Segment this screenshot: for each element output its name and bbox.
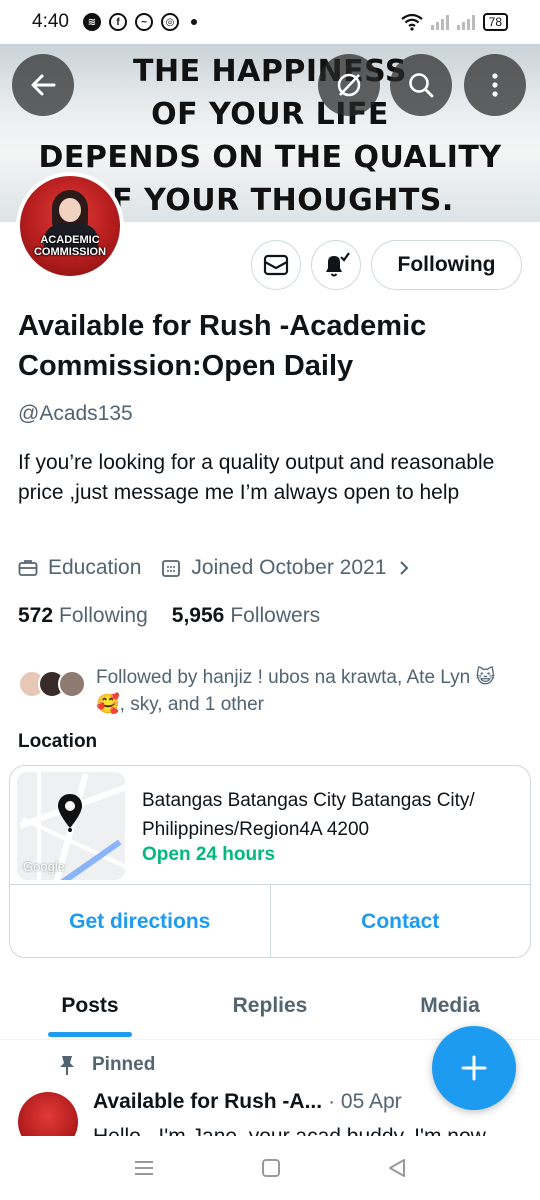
briefcase-icon xyxy=(18,560,38,576)
profile-avatar[interactable]: ACADEMIC COMMISSION xyxy=(16,172,124,280)
signal-icon-1 xyxy=(430,14,449,30)
calendar-icon xyxy=(162,560,181,577)
map-thumbnail[interactable]: Google xyxy=(17,772,125,880)
recents-icon[interactable] xyxy=(133,1159,155,1177)
envelope-icon xyxy=(263,254,289,276)
notification-icons: ≋ f ~ ◎ xyxy=(82,13,197,31)
more-vertical-icon xyxy=(492,73,498,97)
profile-category[interactable]: Education xyxy=(48,556,141,580)
status-bar: 4:40 ≋ f ~ ◎ 78 xyxy=(0,0,540,44)
location-title: Location xyxy=(18,731,98,752)
profile-meta: Education Joined October 2021 xyxy=(18,556,410,580)
follower-avatars xyxy=(18,670,86,718)
profile-bio: If you’re looking for a quality output a… xyxy=(18,451,495,504)
back-button[interactable] xyxy=(12,54,74,116)
followers-count-link[interactable]: 5,956 Followers xyxy=(172,604,320,628)
search-button[interactable] xyxy=(390,54,452,116)
instagram-icon: ◎ xyxy=(160,13,179,31)
following-count-link[interactable]: 572 Following xyxy=(18,604,148,628)
follow-stats: 572 Following 5,956 Followers xyxy=(18,604,320,628)
pin-icon xyxy=(60,1056,74,1075)
get-directions-button[interactable]: Get directions xyxy=(10,885,270,957)
more-notifications-dot xyxy=(190,19,197,25)
location-actions: Get directions Contact xyxy=(10,884,531,957)
post-date: · 05 Apr xyxy=(328,1090,402,1113)
home-icon[interactable] xyxy=(261,1158,281,1178)
bell-check-icon xyxy=(326,252,350,277)
profile-joined: Joined October 2021 xyxy=(191,556,387,579)
followed-by[interactable]: Followed by hanjiz ! ubos na krawta, Ate… xyxy=(18,664,526,718)
tab-media[interactable]: Media xyxy=(360,980,540,1039)
status-time: 4:40 xyxy=(32,11,69,32)
post-author[interactable]: Available for Rush -A... xyxy=(93,1090,322,1114)
profile-name: Available for Rush -Academic Commission:… xyxy=(18,310,427,382)
grok-button[interactable] xyxy=(318,54,380,116)
battery-icon: 78 xyxy=(482,13,508,31)
messenger-icon: ~ xyxy=(134,13,153,31)
search-icon xyxy=(409,73,434,98)
chevron-right-icon[interactable] xyxy=(398,559,410,577)
profile-handle: @Acads135 xyxy=(18,402,133,425)
grok-icon xyxy=(337,73,361,97)
notifications-button[interactable] xyxy=(311,240,361,290)
following-button[interactable]: Following xyxy=(371,240,522,290)
location-address: Batangas Batangas City Batangas City/ Ph… xyxy=(142,790,475,840)
avatar-label: ACADEMIC COMMISSION xyxy=(33,234,107,258)
map-pin-icon xyxy=(58,794,82,832)
post-text[interactable]: Hello , I'm Jane, your acad buddy. I'm n… xyxy=(93,1122,533,1136)
compose-button[interactable] xyxy=(432,1026,516,1110)
post-header: Available for Rush -A... · 05 Apr xyxy=(93,1090,402,1114)
system-icons: 78 xyxy=(400,13,508,31)
system-nav-bar xyxy=(0,1136,540,1200)
tab-posts[interactable]: Posts xyxy=(0,980,180,1039)
contact-button[interactable]: Contact xyxy=(269,885,531,957)
location-card: Google Batangas Batangas City Batangas C… xyxy=(9,765,531,958)
signal-icon-2 xyxy=(456,14,475,30)
pinned-label: Pinned xyxy=(58,1054,155,1076)
back-nav-icon[interactable] xyxy=(387,1158,407,1178)
arrow-left-icon xyxy=(31,74,56,96)
open-hours: Open 24 hours xyxy=(142,844,276,865)
spotify-icon: ≋ xyxy=(82,13,101,31)
wifi-icon xyxy=(400,13,423,31)
followed-by-text: Followed by hanjiz ! ubos na krawta, Ate… xyxy=(96,667,496,715)
google-watermark: Google xyxy=(23,859,65,874)
plus-icon xyxy=(461,1055,487,1081)
tab-replies[interactable]: Replies xyxy=(180,980,360,1039)
avatar xyxy=(58,670,86,698)
message-button[interactable] xyxy=(251,240,301,290)
more-options-button[interactable] xyxy=(464,54,526,116)
facebook-icon: f xyxy=(108,13,127,31)
